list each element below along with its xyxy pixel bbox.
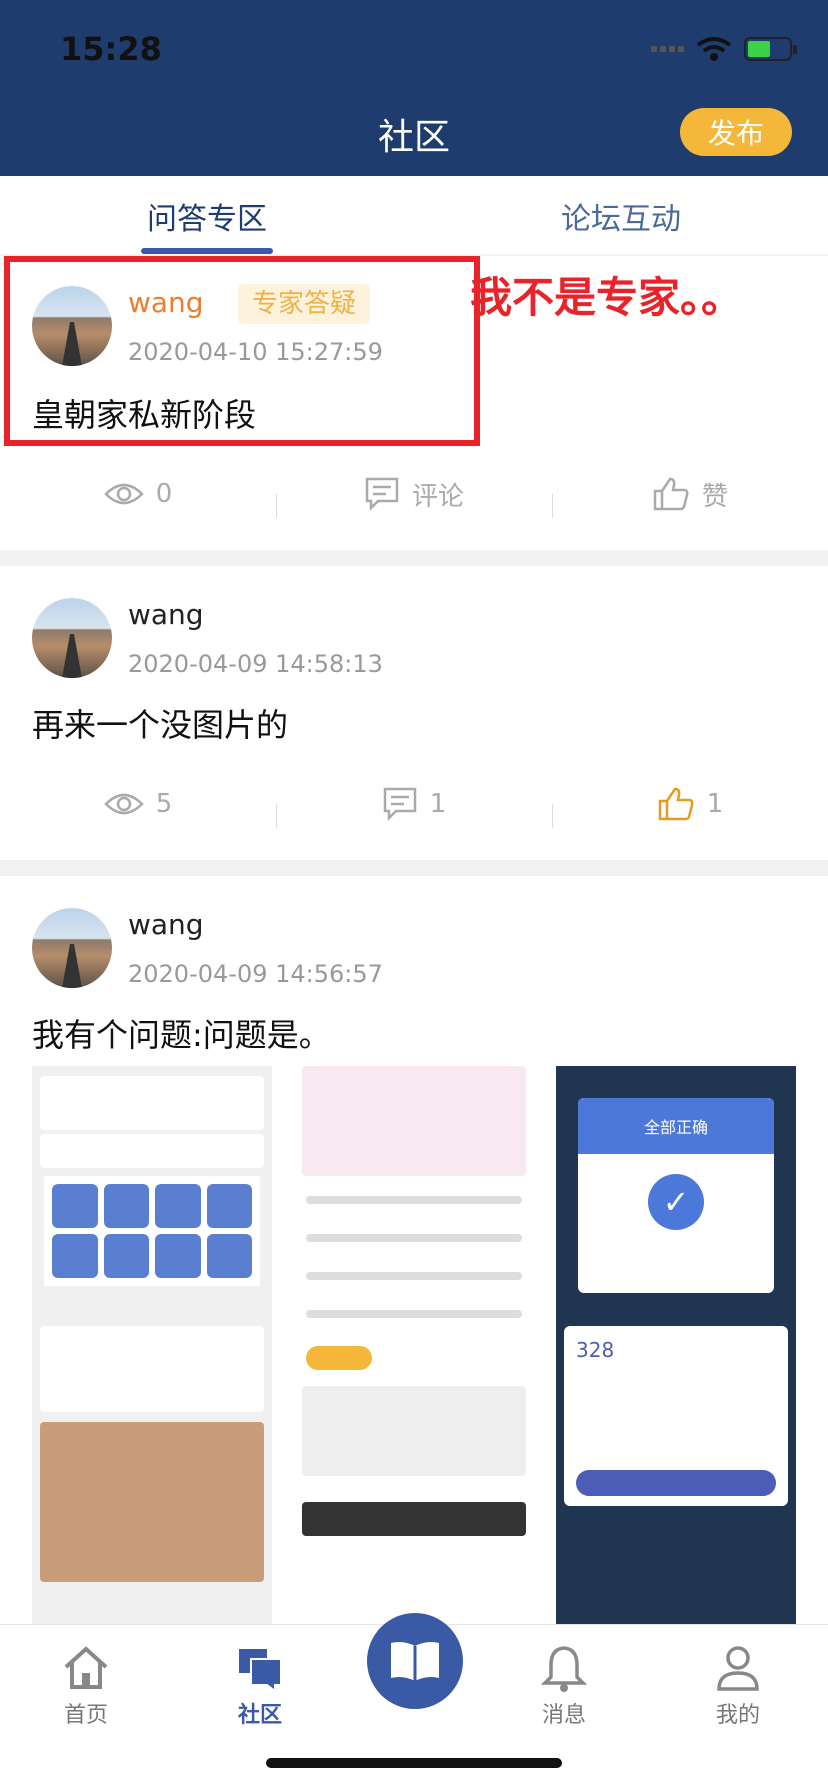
comment-button[interactable]: 1 [276, 786, 552, 828]
views-count: 5 [155, 789, 173, 819]
views-action: 0 [0, 479, 276, 509]
post-actions: 5 1 1 [0, 774, 828, 834]
image-price: 328 [576, 1338, 615, 1362]
home-indicator [266, 1758, 562, 1768]
tabbar-item-community[interactable]: 社区 [210, 1643, 310, 1729]
signal-icon [651, 46, 684, 52]
battery-icon [744, 37, 797, 61]
thumbs-up-icon [658, 787, 694, 821]
post-actions: 0 评论 赞 [0, 464, 828, 524]
comment-button[interactable]: 评论 [276, 476, 552, 518]
tab-bar: 问答专区 论坛互动 [0, 176, 828, 254]
image-block [302, 1502, 526, 1536]
image-grid [44, 1176, 260, 1286]
image-line [306, 1196, 522, 1204]
image-block [40, 1134, 264, 1168]
post-username: wang [128, 908, 204, 941]
book-icon [391, 1642, 439, 1681]
tab-forum[interactable]: 论坛互动 [414, 176, 828, 254]
image-modal-title: 全部正确 [578, 1098, 774, 1154]
community-icon [239, 1649, 282, 1693]
image-modal: 全部正确 ✓ [578, 1098, 774, 1293]
image-block [302, 1066, 526, 1176]
like-button[interactable]: 赞 [552, 476, 828, 518]
annotation-box [4, 256, 480, 446]
annotation-text: 我不是专家。。 [470, 273, 744, 322]
wifi-icon [696, 37, 732, 61]
tabbar-label: 首页 [63, 1703, 108, 1728]
post-image[interactable] [32, 1066, 272, 1626]
tab-qa[interactable]: 问答专区 [0, 176, 414, 254]
image-line [306, 1234, 522, 1242]
center-action-button[interactable] [367, 1613, 463, 1709]
avatar [32, 598, 112, 678]
like-count: 1 [706, 789, 724, 819]
user-icon [717, 1646, 759, 1691]
check-icon: ✓ [648, 1174, 704, 1230]
post-time: 2020-04-09 14:58:13 [128, 650, 383, 678]
eye-icon [103, 483, 144, 505]
image-line [306, 1272, 522, 1280]
tabbar-item-home[interactable]: 首页 [36, 1643, 136, 1729]
post-images: 全部正确 ✓ 328 [32, 1066, 796, 1626]
image-block [40, 1422, 264, 1582]
status-icons [651, 36, 797, 62]
post-content: 我有个问题:问题是。 [32, 1016, 331, 1054]
app-header: 15:28 社区 发布 [0, 0, 828, 176]
thumbs-up-icon [653, 477, 689, 511]
avatar [32, 908, 112, 988]
comment-icon [365, 477, 399, 512]
comment-label: 评论 [411, 481, 464, 512]
comment-count: 1 [429, 789, 447, 819]
home-icon [64, 1646, 108, 1689]
like-button[interactable]: 1 [552, 786, 828, 828]
image-block [302, 1386, 526, 1476]
post-username: wang [128, 598, 204, 631]
post-image[interactable] [294, 1066, 534, 1626]
image-block [40, 1076, 264, 1130]
post-content: 再来一个没图片的 [32, 706, 289, 744]
tabbar-label: 社区 [237, 1703, 282, 1728]
post-image[interactable]: 全部正确 ✓ 328 [556, 1066, 796, 1626]
image-block [40, 1326, 264, 1412]
eye-icon [103, 793, 144, 815]
tabbar-item-messages[interactable]: 消息 [514, 1643, 614, 1729]
like-label: 赞 [701, 481, 728, 512]
image-pill [306, 1346, 372, 1370]
publish-button[interactable]: 发布 [680, 108, 792, 156]
status-time: 15:28 [60, 30, 162, 68]
views-count: 0 [155, 479, 173, 509]
views-action: 5 [0, 789, 276, 819]
tabbar-label: 消息 [541, 1703, 586, 1728]
post-card[interactable]: wang 2020-04-09 14:58:13 再来一个没图片的 5 1 1 [0, 566, 828, 860]
image-pay-card: 328 [564, 1326, 788, 1506]
image-pay-button [576, 1470, 776, 1496]
tabbar-label: 我的 [715, 1703, 760, 1728]
image-line [306, 1310, 522, 1318]
post-time: 2020-04-09 14:56:57 [128, 960, 383, 988]
bell-icon [540, 1646, 588, 1692]
tabbar-item-profile[interactable]: 我的 [688, 1643, 788, 1729]
comment-icon [383, 787, 416, 822]
